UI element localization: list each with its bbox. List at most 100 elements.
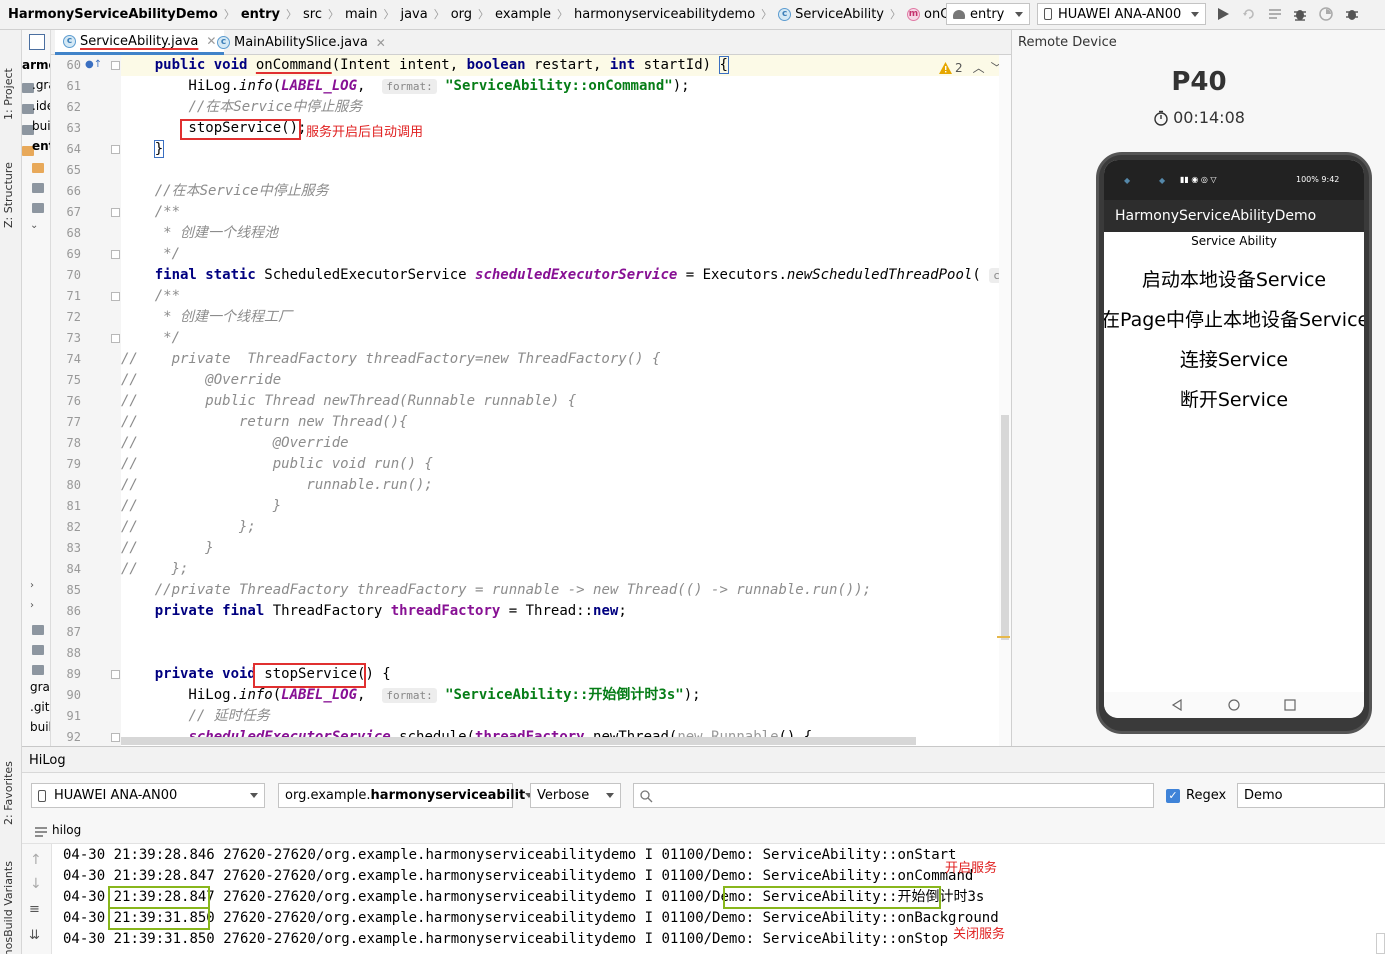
fold-toggle-icon[interactable] <box>111 292 120 301</box>
scrollbar-thumb[interactable] <box>1001 415 1009 640</box>
breadcrumb-label: ServiceAbility <box>795 6 884 22</box>
hilog-package-selector[interactable]: org.example. harmonyserviceabilit <box>278 783 534 808</box>
breadcrumb-item[interactable]: java 〉 <box>400 6 450 22</box>
chevron-right-icon: 〉 <box>557 8 569 21</box>
hilog-level-selector[interactable]: Verbose <box>530 783 621 808</box>
warning-icon <box>939 61 952 74</box>
tab-main-ability-slice[interactable]: c MainAbilitySlice.java ✕ <box>209 30 394 55</box>
phone-screen[interactable]: ◆ ◆ ▮▮ ◉ ◎ ▽ 100% 9:42 HarmonyServiceAbi… <box>1104 160 1364 718</box>
arrow-up-icon[interactable]: ↑ <box>30 852 42 868</box>
apply-changes-button[interactable] <box>1239 4 1259 24</box>
breadcrumb-item[interactable]: entry 〉 <box>241 6 303 22</box>
chevron-right-icon[interactable]: › <box>30 600 34 611</box>
override-marker-icon[interactable]: ●↑ <box>85 59 102 70</box>
close-icon[interactable]: ✕ <box>376 36 386 50</box>
folder-icon <box>32 163 44 173</box>
recents-icon[interactable] <box>1284 699 1296 711</box>
code-line: HiLog.info(LABEL_LOG, format: "ServiceAb… <box>121 687 701 703</box>
folder-icon <box>32 665 44 675</box>
tree-item[interactable]: .giti <box>30 700 50 714</box>
breadcrumb-label: org <box>450 6 473 22</box>
chevron-right-icon[interactable]: › <box>30 580 34 591</box>
editor-horizontal-scrollbar[interactable] <box>121 737 916 745</box>
fold-toggle-icon[interactable] <box>111 208 120 217</box>
soft-wrap-icon[interactable]: ≡ <box>29 902 40 917</box>
line-number: 69 <box>66 247 81 261</box>
favorites-tool-tab[interactable]: 2: Favorites <box>2 761 15 825</box>
home-icon[interactable] <box>1228 699 1240 711</box>
fold-toggle-icon[interactable] <box>111 670 120 679</box>
structure-tool-tab[interactable]: Z: Structure <box>2 162 15 228</box>
debug-button[interactable] <box>1290 4 1310 24</box>
breadcrumb-item[interactable]: c ServiceAbility 〉 <box>778 6 907 22</box>
hilog-search-input[interactable] <box>633 783 1154 808</box>
app-title-bar: HarmonyServiceAbilityDemo <box>1104 200 1364 232</box>
annotation-label: 开启服务 <box>945 861 998 876</box>
tree-item[interactable]: .gra <box>32 78 50 92</box>
chevron-down-icon[interactable]: ﹀ <box>991 59 999 76</box>
log-scrollbar[interactable] <box>1376 933 1385 954</box>
code-editor[interactable]: public void onCommand(Intent intent, boo… <box>121 55 999 746</box>
stop-local-service-button[interactable]: 在Page中停止本地设备Service <box>1104 305 1364 332</box>
page-label: Service Ability <box>1191 234 1277 248</box>
connect-service-button[interactable]: 连接Service <box>1104 345 1364 372</box>
fold-toggle-icon[interactable] <box>111 334 120 343</box>
tree-item[interactable]: buil <box>32 119 50 133</box>
notification-icon: ◆ <box>1124 176 1131 185</box>
line-number: 85 <box>66 583 81 597</box>
line-number: 90 <box>66 688 81 702</box>
line-number: 76 <box>66 394 81 408</box>
notification-icon: ◆ <box>1159 176 1166 185</box>
breadcrumb-item[interactable]: org 〉 <box>451 6 495 22</box>
tab-service-ability[interactable]: c ServiceAbility.java ✕ <box>55 30 225 55</box>
hilog-device-selector[interactable]: HUAWEI ANA-AN00 <box>31 783 265 808</box>
fold-toggle-icon[interactable] <box>111 145 120 154</box>
class-icon: c <box>63 34 76 48</box>
arrow-down-icon[interactable]: ↓ <box>30 876 42 892</box>
breadcrumb-label: java <box>400 6 428 22</box>
breadcrumb-item[interactable]: HarmonyServiceAbilityDemo 〉 <box>8 6 241 22</box>
breadcrumb-item[interactable]: harmonyserviceabilitydemo 〉 <box>574 6 778 22</box>
build-variants-tool-tab[interactable]: OhosBuild Variants <box>2 861 15 954</box>
chevron-down-icon[interactable]: ⌄ <box>30 220 38 231</box>
attach-debugger-button[interactable] <box>1342 4 1362 24</box>
editor-layout-icon[interactable] <box>29 34 45 50</box>
sync-button[interactable] <box>1265 4 1285 24</box>
build-variants-tool-label: OhosBuild Variants <box>2 861 15 954</box>
device-selector[interactable]: HUAWEI ANA-AN00 <box>1037 3 1206 25</box>
line-number: 91 <box>66 709 81 723</box>
tree-item[interactable]: armo <box>22 58 50 72</box>
run-config-selector[interactable]: entry <box>946 3 1030 25</box>
scroll-to-end-icon[interactable]: ⇊ <box>29 928 40 943</box>
tree-item[interactable]: .ide <box>32 99 50 113</box>
tree-item[interactable]: ent <box>32 139 50 153</box>
fold-toggle-icon[interactable] <box>111 250 120 259</box>
apply-changes-icon <box>1243 9 1254 19</box>
filter-value: Demo <box>1244 788 1283 803</box>
hilog-filter-row: hilog <box>22 818 1385 844</box>
play-icon <box>1218 8 1229 20</box>
tree-item[interactable]: gra <box>30 680 50 694</box>
warnings-indicator[interactable]: 2 ︿ ﹀ <box>939 59 999 76</box>
start-local-service-button[interactable]: 启动本地设备Service <box>1104 265 1364 292</box>
line-number: 71 <box>66 289 81 303</box>
chevron-up-icon[interactable]: ︿ <box>973 59 985 76</box>
breadcrumb-item[interactable]: example 〉 <box>495 6 574 22</box>
fold-toggle-icon[interactable] <box>111 61 120 70</box>
regex-checkbox[interactable]: ✓ Regex <box>1166 788 1226 803</box>
back-icon[interactable] <box>1171 699 1183 711</box>
run-button[interactable] <box>1213 4 1233 24</box>
breadcrumb-item[interactable]: main 〉 <box>345 6 400 22</box>
profile-button[interactable] <box>1316 4 1336 24</box>
breadcrumb-item[interactable]: src 〉 <box>303 6 345 22</box>
hilog-filter-input[interactable]: Demo <box>1237 783 1385 808</box>
tree-item[interactable]: buil <box>30 720 50 734</box>
editor-vertical-scrollbar[interactable] <box>999 55 1011 746</box>
fold-toggle-icon[interactable] <box>111 733 120 742</box>
editor-tabs: c ServiceAbility.java ✕ c MainAbilitySli… <box>29 30 1011 55</box>
disconnect-service-button[interactable]: 断开Service <box>1104 385 1364 412</box>
code-line: private final ThreadFactory threadFactor… <box>154 603 627 619</box>
project-tool-tab[interactable]: 1: Project <box>2 68 15 120</box>
hilog-package-name: harmonyserviceabilit <box>370 788 526 803</box>
menu-icon[interactable] <box>35 827 47 837</box>
